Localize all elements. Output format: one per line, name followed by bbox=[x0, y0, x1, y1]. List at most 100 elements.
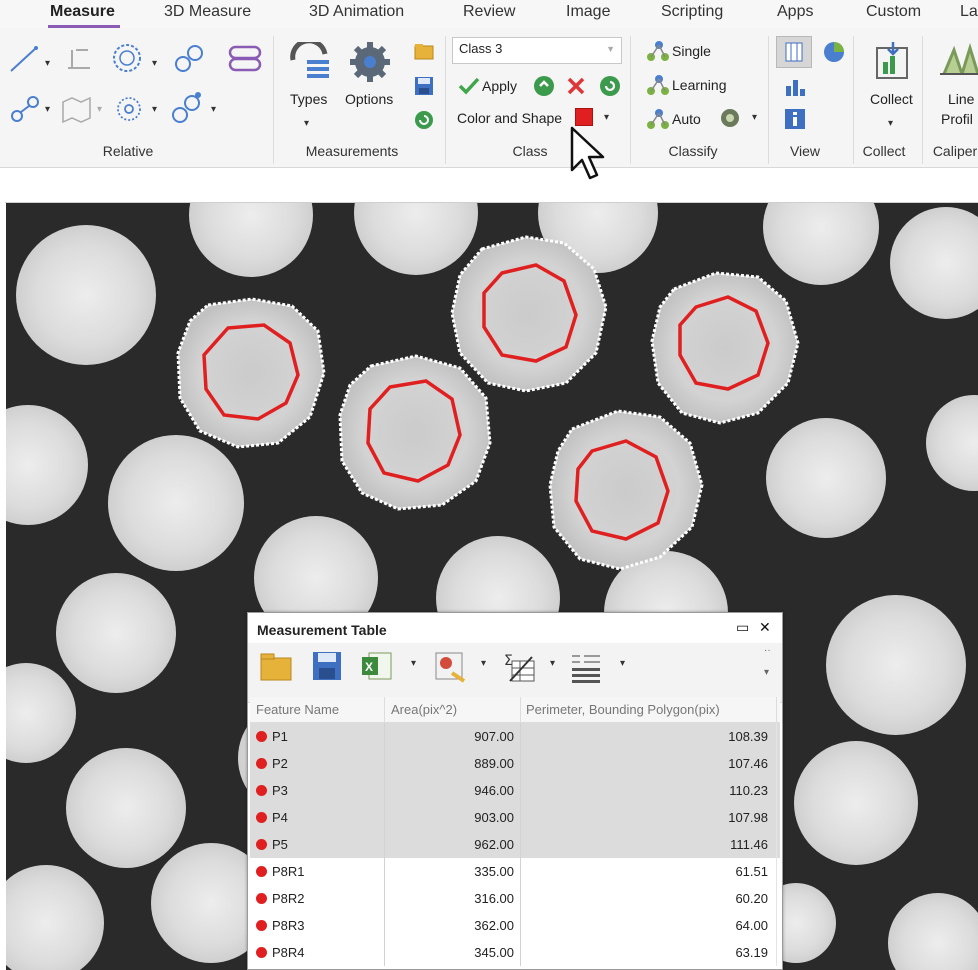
single-classify-icon[interactable] bbox=[644, 40, 670, 62]
chain-tool-icon[interactable] bbox=[226, 42, 266, 76]
region-tool-caret-icon[interactable]: ▾ bbox=[97, 104, 102, 115]
table-row[interactable]: P8R3 362.00 64.00 bbox=[250, 912, 780, 939]
single-button[interactable]: Single bbox=[672, 43, 711, 59]
table-view-icon bbox=[785, 42, 803, 62]
statistics-sigma-icon[interactable]: Σ bbox=[502, 651, 538, 683]
column-divider[interactable] bbox=[776, 697, 777, 723]
color-and-shape-button[interactable]: Color and Shape bbox=[457, 110, 562, 126]
line-profile-button[interactable]: Line bbox=[948, 91, 974, 107]
line-tool-icon[interactable] bbox=[8, 42, 44, 76]
ring-tool-icon[interactable] bbox=[112, 92, 146, 126]
tab-apps[interactable]: Apps bbox=[777, 3, 813, 21]
close-icon[interactable]: ✕ bbox=[759, 619, 771, 636]
auto-button[interactable]: Auto bbox=[672, 111, 701, 127]
class-color-swatch[interactable] bbox=[575, 108, 593, 126]
measured-particle-p4[interactable] bbox=[650, 271, 800, 425]
tab-3d-animation[interactable]: 3D Animation bbox=[309, 3, 404, 21]
parameter-list-icon[interactable] bbox=[570, 651, 604, 685]
tab-measure[interactable]: Measure bbox=[50, 3, 115, 21]
tab-la[interactable]: La bbox=[960, 3, 978, 21]
tab-review[interactable]: Review bbox=[463, 3, 515, 21]
multi-link-caret-icon[interactable]: ▾ bbox=[211, 104, 216, 115]
measured-particle-p5[interactable] bbox=[548, 409, 704, 571]
auto-classify-icon[interactable] bbox=[644, 108, 670, 130]
open-folder-icon[interactable] bbox=[260, 651, 292, 681]
link-tool-icon[interactable] bbox=[172, 42, 208, 76]
line-profile-icon[interactable] bbox=[940, 42, 978, 78]
info-icon[interactable] bbox=[784, 108, 806, 130]
group-label-relative: Relative bbox=[102, 143, 154, 159]
reset-class-icon[interactable] bbox=[599, 75, 621, 97]
column-header-perimeter[interactable]: Perimeter, Bounding Polygon(pix) bbox=[526, 702, 720, 717]
options-button[interactable]: Options bbox=[345, 91, 393, 107]
toolbar-overflow-dots-icon[interactable]: ·· bbox=[764, 645, 771, 656]
collect-icon[interactable] bbox=[873, 40, 913, 82]
excel-export-caret-icon[interactable]: ▾ bbox=[411, 658, 416, 669]
table-row[interactable]: P2 889.00 107.46 bbox=[250, 750, 780, 777]
maximize-icon[interactable]: ▭ bbox=[736, 619, 749, 636]
save-disk-icon[interactable] bbox=[414, 76, 434, 96]
bar-chart-icon[interactable] bbox=[784, 76, 806, 98]
options-gear-icon[interactable] bbox=[348, 40, 392, 84]
types-icon[interactable] bbox=[287, 42, 333, 82]
table-row[interactable]: P8R4 345.00 63.19 bbox=[250, 939, 780, 966]
collect-caret-icon[interactable]: ▾ bbox=[888, 118, 893, 129]
line-profile-button-label-2: Profil bbox=[941, 111, 973, 127]
measured-particle-p1[interactable] bbox=[176, 297, 326, 449]
ring-tool-caret-icon[interactable]: ▾ bbox=[152, 104, 157, 115]
class-select[interactable]: Class 3 ▼ bbox=[452, 37, 622, 64]
classify-caret-icon[interactable]: ▾ bbox=[752, 112, 757, 123]
save-disk-icon[interactable] bbox=[312, 651, 342, 681]
measured-particle-p2[interactable] bbox=[338, 354, 492, 511]
open-folder-icon[interactable] bbox=[414, 42, 434, 60]
toolbar-overflow-chevron-icon[interactable]: ▾ bbox=[764, 667, 769, 678]
color-shape-caret-icon[interactable]: ▾ bbox=[604, 112, 609, 123]
parameter-list-caret-icon[interactable]: ▾ bbox=[620, 658, 625, 669]
table-row[interactable]: P8R2 316.00 60.20 bbox=[250, 885, 780, 912]
area-cell: 946.00 bbox=[474, 783, 514, 798]
view-grid-toggle[interactable] bbox=[776, 36, 812, 68]
circle-tool-icon[interactable] bbox=[110, 41, 146, 75]
types-caret-icon[interactable]: ▾ bbox=[304, 118, 309, 129]
table-row[interactable]: P5 962.00 111.46 bbox=[250, 831, 780, 858]
column-header-area[interactable]: Area(pix^2) bbox=[391, 702, 457, 717]
collect-button[interactable]: Collect bbox=[870, 91, 913, 107]
area-cell: 907.00 bbox=[474, 729, 514, 744]
tab-scripting[interactable]: Scripting bbox=[661, 3, 723, 21]
point-line-caret-icon[interactable]: ▾ bbox=[45, 104, 50, 115]
types-button[interactable]: Types bbox=[290, 91, 327, 107]
point-line-icon[interactable] bbox=[8, 92, 44, 126]
table-row[interactable]: P3 946.00 110.23 bbox=[250, 777, 780, 804]
delete-x-icon[interactable] bbox=[566, 76, 586, 96]
measured-particle-p3[interactable] bbox=[450, 235, 608, 393]
excel-export-icon[interactable]: X bbox=[361, 651, 393, 681]
learning-button[interactable]: Learning bbox=[672, 77, 727, 93]
tab-image[interactable]: Image bbox=[566, 3, 610, 21]
circle-tool-caret-icon[interactable]: ▾ bbox=[152, 58, 157, 69]
multi-link-icon[interactable] bbox=[168, 91, 208, 127]
angle-tool-icon[interactable] bbox=[64, 44, 94, 72]
table-row[interactable]: P1 907.00 108.39 bbox=[250, 723, 780, 750]
report-icon[interactable] bbox=[434, 651, 468, 683]
cell-divider bbox=[520, 831, 521, 858]
svg-text:X: X bbox=[365, 660, 373, 674]
pie-chart-icon[interactable] bbox=[822, 40, 846, 64]
feature-color-dot-icon bbox=[256, 758, 267, 769]
tab-custom[interactable]: Custom bbox=[866, 3, 921, 21]
table-row[interactable]: P8R1 335.00 61.51 bbox=[250, 858, 780, 885]
add-class-icon[interactable] bbox=[533, 75, 555, 97]
apply-button[interactable]: Apply bbox=[482, 78, 517, 94]
learning-classify-icon[interactable] bbox=[644, 74, 670, 96]
column-divider[interactable] bbox=[520, 697, 521, 723]
statistics-caret-icon[interactable]: ▾ bbox=[550, 658, 555, 669]
refresh-icon[interactable] bbox=[414, 110, 434, 130]
column-header-feature-name[interactable]: Feature Name bbox=[256, 702, 339, 717]
report-caret-icon[interactable]: ▾ bbox=[481, 658, 486, 669]
region-tool-icon[interactable] bbox=[60, 94, 96, 124]
line-tool-caret-icon[interactable]: ▾ bbox=[45, 58, 50, 69]
table-row[interactable]: P4 903.00 107.98 bbox=[250, 804, 780, 831]
cell-divider bbox=[776, 858, 777, 885]
tab-3d-measure[interactable]: 3D Measure bbox=[164, 3, 251, 21]
classify-settings-icon[interactable] bbox=[718, 107, 742, 129]
column-divider[interactable] bbox=[384, 697, 385, 723]
